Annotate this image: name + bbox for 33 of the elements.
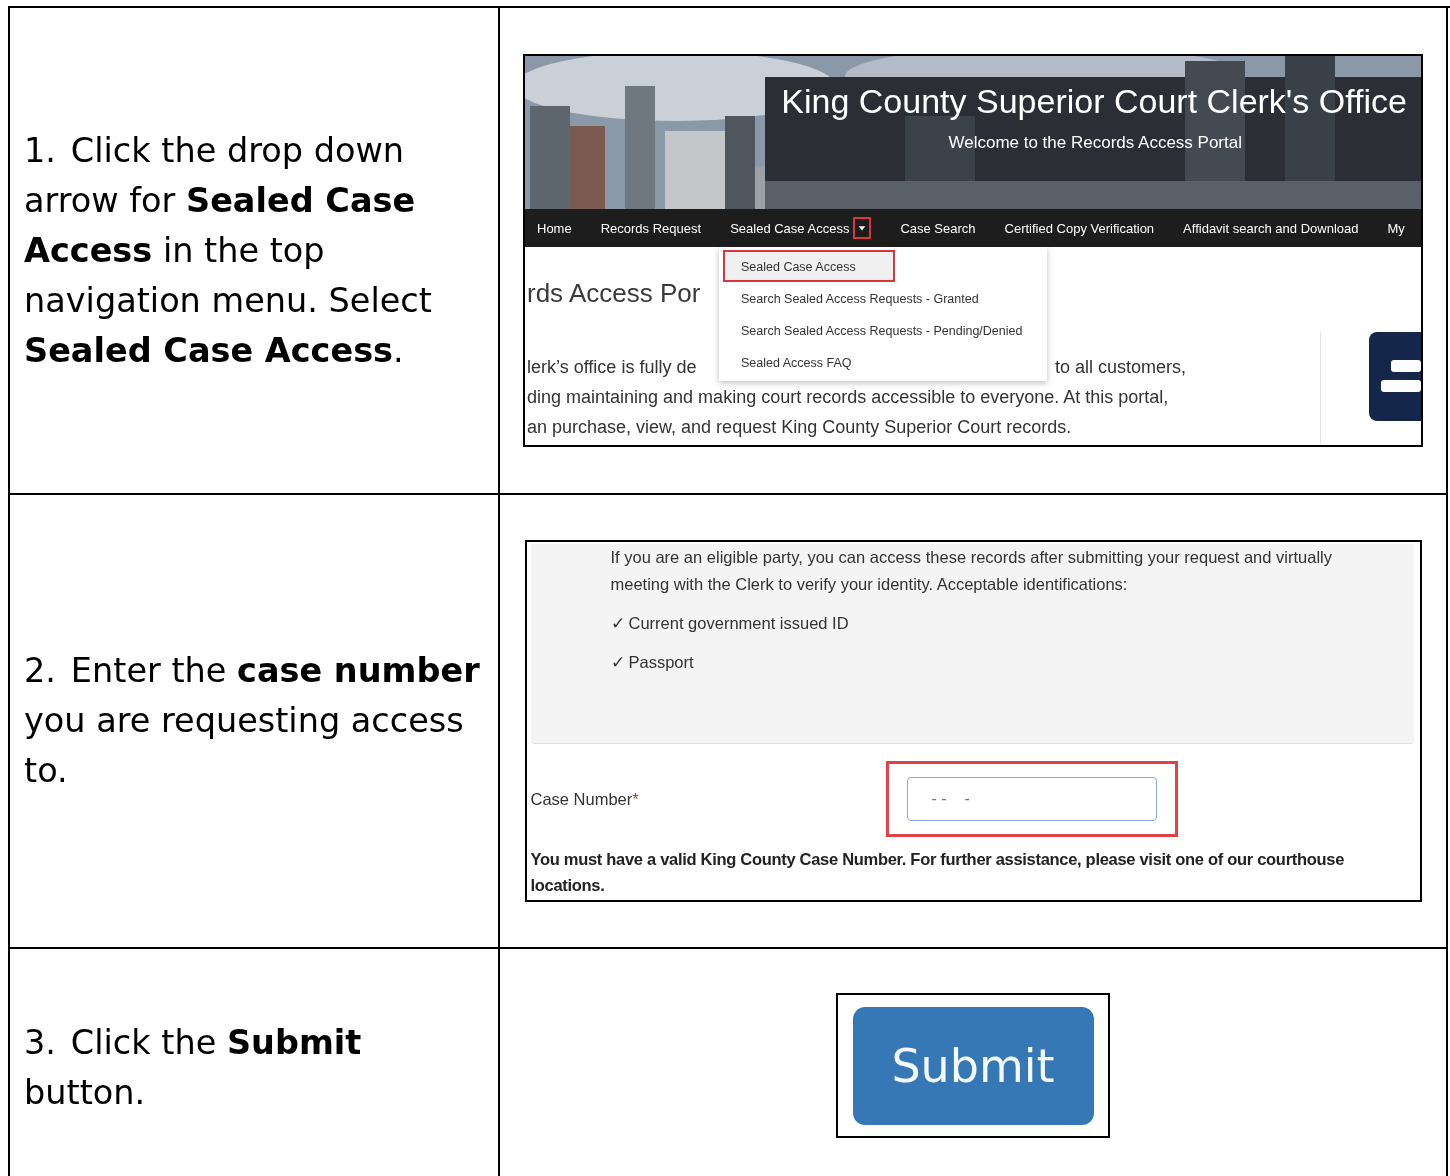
menu-item[interactable]: Search Sealed Access Requests - Pending/Denied [723, 314, 1043, 346]
check-mark: ✓ [610, 613, 625, 634]
step-instruction: 1. Click the drop down arrow for Sealed Case Access in the top navigation menu. Select Sealed Case Access. [24, 129, 433, 372]
body-text: ding maintaining and making court records accessible to everyone. At this portal, [527, 386, 1170, 409]
nav-item[interactable]: Affidavit search and Download [1183, 220, 1359, 236]
field-label: Case Number [530, 789, 633, 808]
site-title: King County Superior Court Clerk's Office [780, 81, 1407, 122]
step-instruction: 2. Enter the case number you are requesting access to. [24, 650, 481, 792]
page-heading: rds Access Por [527, 277, 701, 310]
nav-item[interactable]: Home [537, 220, 572, 236]
info-text: If you are an eligible party, you can access these records after submitting your request and virtually meeting with the Clerk to verify your identity. Acceptable identifications: [610, 547, 1333, 595]
body-text: an purchase, view, and request King County Superior Court records. [527, 416, 1073, 439]
caret-icon [853, 217, 872, 239]
nav-item[interactable]: Sealed Case Access [730, 217, 872, 239]
id-label: Passport [628, 652, 694, 673]
nav-item[interactable]: Case Search [900, 220, 976, 236]
body-text: lerk’s office is fully de [527, 356, 697, 378]
menu-item[interactable]: Sealed Case Access [723, 250, 895, 282]
nav-item[interactable]: Records Request [600, 220, 702, 236]
nav-item[interactable]: Certified Copy Verification [1004, 220, 1155, 236]
step-instruction: 3. Click the Submit button. [24, 1022, 363, 1114]
submit-button[interactable]: Submit [852, 1006, 1094, 1125]
menu-item[interactable]: Sealed Access FAQ [723, 346, 1043, 378]
id-label: Current government issued ID [628, 613, 849, 634]
case-number-field[interactable]: - - - [906, 777, 1157, 821]
required-mark: * [632, 789, 639, 808]
bars-icon[interactable] [1369, 332, 1421, 421]
body-text: to all customers, [1055, 356, 1187, 378]
menu-item[interactable]: Search Sealed Access Requests - Granted [723, 282, 1043, 314]
check-mark: ✓ [610, 652, 625, 673]
site-subtitle: Welcome to the Records Access Portal [947, 133, 1243, 153]
note-text: You must have a valid King County Case Number. For further assistance, please visit one of our courthouse locations. [530, 849, 1346, 896]
nav-item[interactable]: My [1387, 220, 1405, 236]
